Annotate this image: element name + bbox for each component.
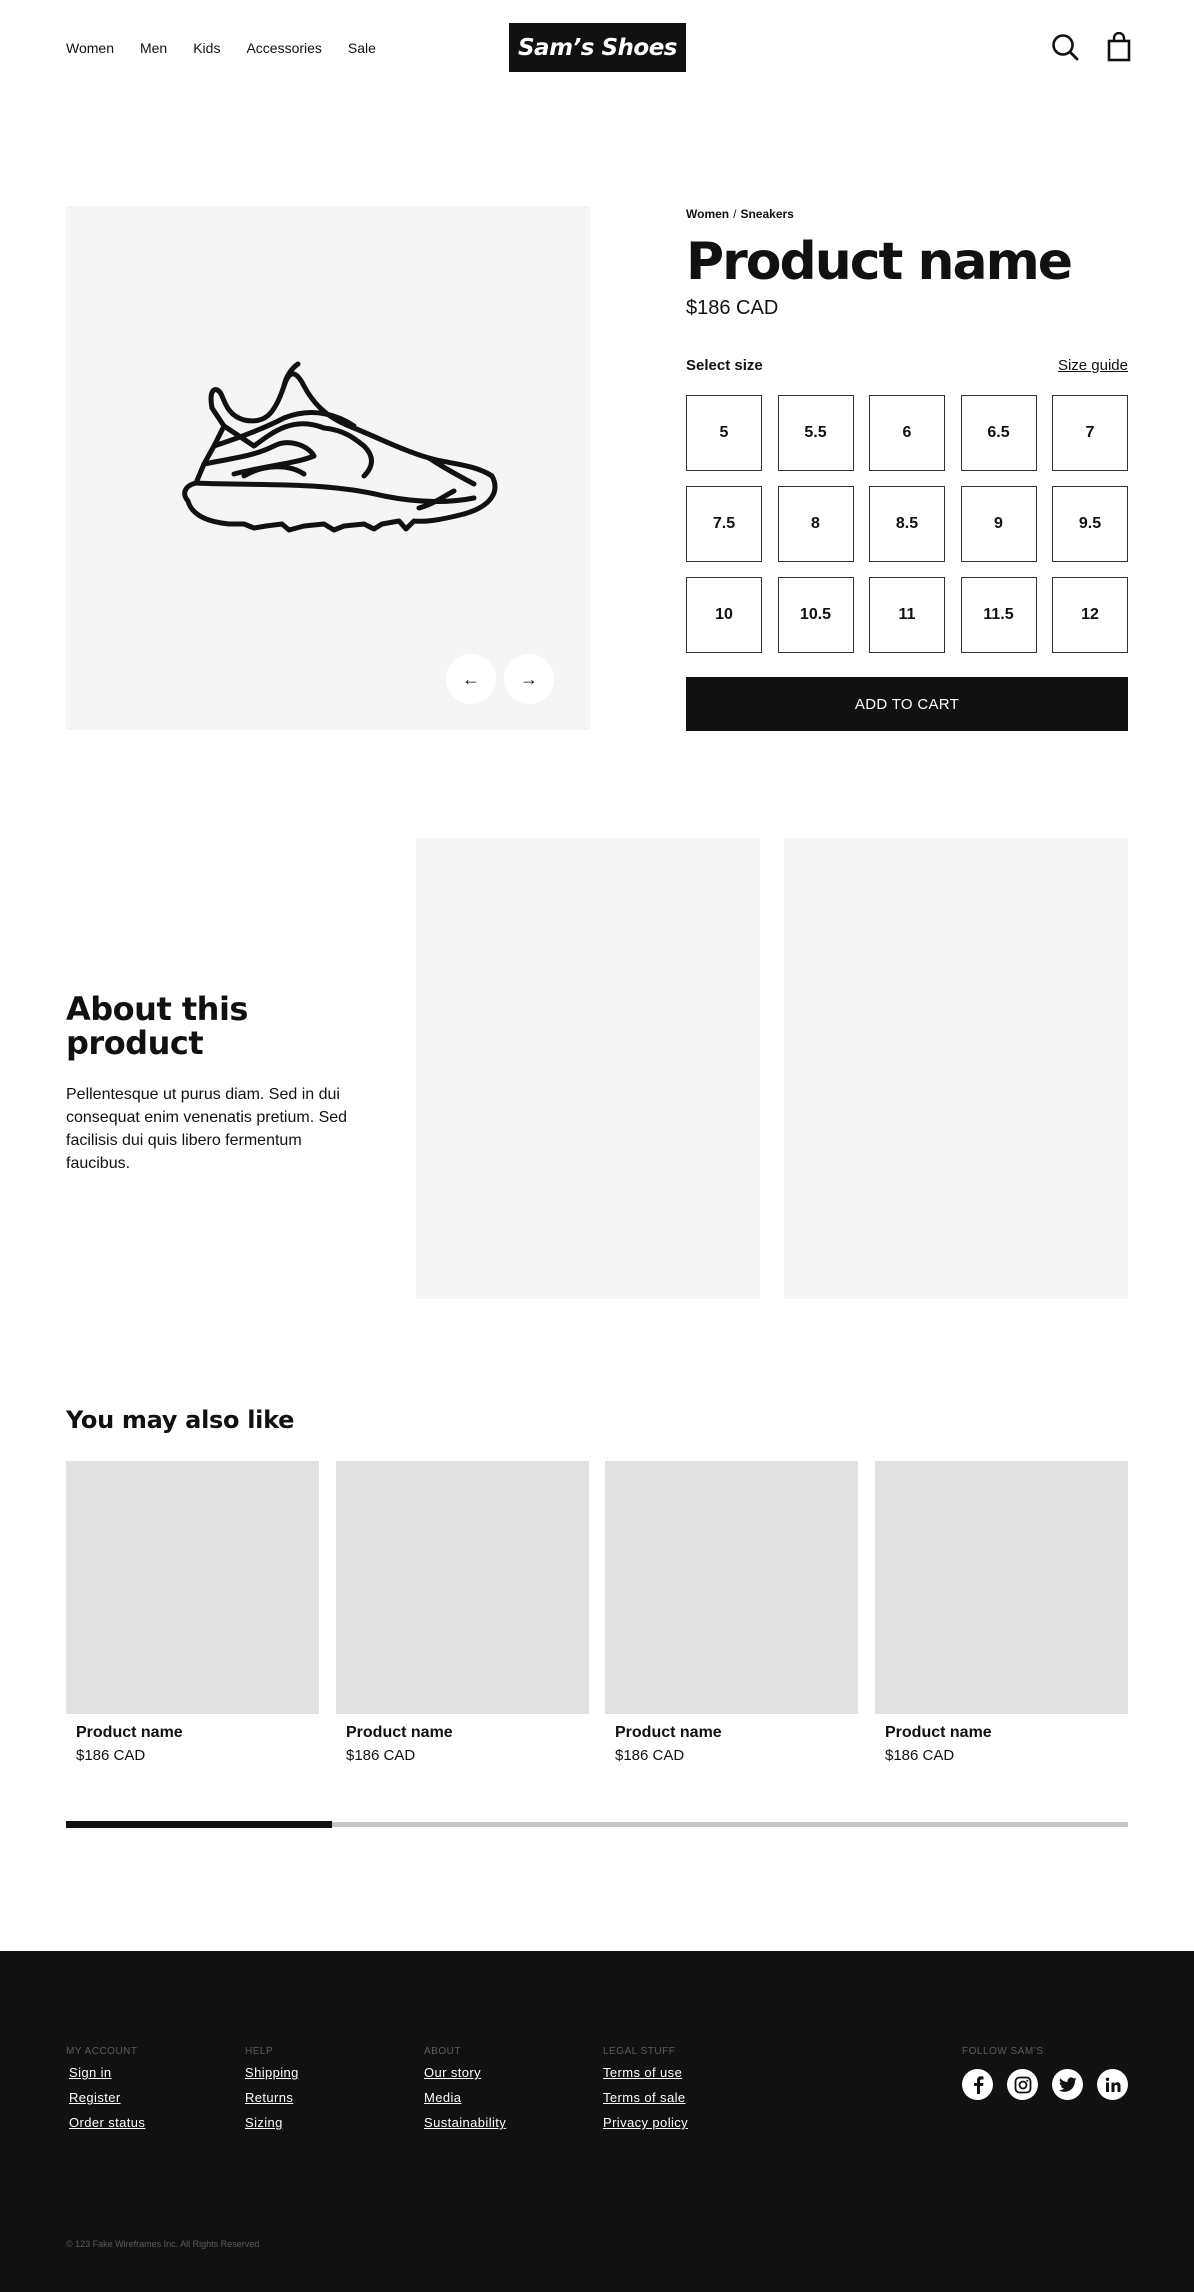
site-footer: MY ACCOUNT Sign in Register Order status…	[0, 1951, 1194, 2292]
footer-column-account: MY ACCOUNT Sign in Register Order status	[66, 2046, 145, 2140]
sneaker-illustration	[182, 361, 498, 533]
size-option[interactable]: 7	[1052, 395, 1128, 471]
nav-link-kids[interactable]: Kids	[193, 40, 220, 56]
product-card[interactable]: Product name $186 CAD	[336, 1461, 589, 1764]
product-card-name[interactable]: Product name	[615, 1724, 858, 1742]
linkedin-icon[interactable]	[1097, 2069, 1128, 2100]
site-header: Women Men Kids Accessories Sale Sam’s Sh…	[0, 0, 1194, 98]
nav-link-accessories[interactable]: Accessories	[246, 40, 321, 56]
previous-image-button[interactable]: ←	[446, 654, 496, 704]
size-option[interactable]: 7.5	[686, 486, 762, 562]
size-option[interactable]: 5	[686, 395, 762, 471]
size-option[interactable]: 8.5	[869, 486, 945, 562]
size-option[interactable]: 9	[960, 486, 1037, 562]
product-card-image[interactable]	[66, 1461, 319, 1714]
product-card-name[interactable]: Product name	[76, 1724, 319, 1742]
size-option[interactable]: 5.5	[777, 395, 854, 471]
add-to-cart-button[interactable]: ADD TO CART	[686, 677, 1128, 731]
instagram-icon[interactable]	[1007, 2069, 1038, 2100]
size-selector: 5 5.5 6 6.5 7 7.5 8 8.5 9 9.5 10 10.5 11…	[686, 395, 1128, 653]
product-card[interactable]: Product name $186 CAD	[605, 1461, 858, 1764]
footer-link[interactable]: Sign in	[69, 2065, 145, 2080]
carousel-scrollbar-thumb[interactable]	[66, 1821, 332, 1828]
about-image-placeholder	[784, 838, 1128, 1299]
product-card-price: $186 CAD	[615, 1747, 685, 1764]
footer-heading: FOLLOW SAM’S	[962, 2046, 1044, 2057]
product-card-price: $186 CAD	[76, 1747, 146, 1764]
nav-link-sale[interactable]: Sale	[348, 40, 376, 56]
product-price: $186 CAD	[686, 297, 779, 319]
product-card-name[interactable]: Product name	[885, 1724, 1128, 1742]
footer-link[interactable]: Sustainability	[424, 2115, 506, 2130]
size-option[interactable]: 11	[869, 577, 945, 653]
product-card-price: $186 CAD	[346, 1747, 416, 1764]
size-option[interactable]: 10.5	[777, 577, 854, 653]
next-image-button[interactable]: →	[504, 654, 554, 704]
nav-link-men[interactable]: Men	[140, 40, 167, 56]
footer-heading: LEGAL STUFF	[603, 2046, 676, 2057]
footer-social: FOLLOW SAM’S	[962, 2046, 1128, 2100]
size-option[interactable]: 8	[777, 486, 854, 562]
footer-link[interactable]: Order status	[69, 2115, 145, 2130]
footer-column-about: ABOUT Our story Media Sustainability	[424, 2046, 506, 2140]
nav-link-women[interactable]: Women	[66, 40, 114, 56]
footer-link[interactable]: Shipping	[245, 2065, 299, 2080]
product-card-price: $186 CAD	[885, 1747, 955, 1764]
about-title: About this product	[66, 990, 248, 1062]
related-products-title: You may also like	[66, 1406, 295, 1434]
footer-heading: ABOUT	[424, 2046, 461, 2057]
main-nav: Women Men Kids Accessories Sale	[66, 40, 402, 56]
footer-column-help: HELP Shipping Returns Sizing	[245, 2046, 299, 2140]
size-option[interactable]: 11.5	[960, 577, 1037, 653]
footer-link[interactable]: Media	[424, 2090, 506, 2105]
breadcrumb-separator: /	[733, 207, 737, 221]
footer-heading: MY ACCOUNT	[66, 2046, 138, 2057]
about-image-placeholder	[416, 838, 760, 1299]
footer-link[interactable]: Our story	[424, 2065, 506, 2080]
product-card-image[interactable]	[605, 1461, 858, 1714]
product-card-image[interactable]	[336, 1461, 589, 1714]
footer-link[interactable]: Sizing	[245, 2115, 299, 2130]
footer-column-legal: LEGAL STUFF Terms of use Terms of sale P…	[603, 2046, 688, 2140]
size-option[interactable]: 6	[869, 395, 945, 471]
twitter-icon[interactable]	[1052, 2069, 1083, 2100]
size-option[interactable]: 12	[1052, 577, 1128, 653]
footer-link[interactable]: Register	[69, 2090, 145, 2105]
footer-link[interactable]: Terms of sale	[603, 2090, 688, 2105]
product-title: Product name	[686, 232, 1073, 292]
search-icon[interactable]	[1050, 32, 1080, 62]
footer-link[interactable]: Returns	[245, 2090, 299, 2105]
breadcrumb: Women / Sneakers	[686, 207, 794, 221]
product-card[interactable]: Product name $186 CAD	[66, 1461, 319, 1764]
site-logo[interactable]: Sam’s Shoes	[509, 23, 686, 72]
breadcrumb-women[interactable]: Women	[686, 207, 729, 221]
arrow-right-icon: →	[520, 668, 538, 689]
product-card-image[interactable]	[875, 1461, 1128, 1714]
breadcrumb-sneakers[interactable]: Sneakers	[740, 207, 793, 221]
arrow-left-icon: ←	[462, 668, 480, 689]
product-card-name[interactable]: Product name	[346, 1724, 589, 1742]
footer-link[interactable]: Privacy policy	[603, 2115, 688, 2130]
copyright-text: © 123 Fake Wireframes Inc. All Rights Re…	[66, 2239, 260, 2249]
social-links	[962, 2069, 1128, 2100]
footer-heading: HELP	[245, 2046, 274, 2057]
size-option[interactable]: 9.5	[1052, 486, 1128, 562]
footer-link[interactable]: Terms of use	[603, 2065, 688, 2080]
shopping-bag-icon[interactable]	[1104, 31, 1134, 62]
facebook-icon[interactable]	[962, 2069, 993, 2100]
size-guide-link[interactable]: Size guide	[1052, 357, 1128, 374]
select-size-label: Select size	[686, 357, 763, 374]
size-option[interactable]: 6.5	[960, 395, 1037, 471]
product-card[interactable]: Product name $186 CAD	[875, 1461, 1128, 1764]
product-image-gallery: ← →	[66, 206, 590, 730]
about-description: Pellentesque ut purus diam. Sed in dui c…	[66, 1086, 348, 1172]
size-option[interactable]: 10	[686, 577, 762, 653]
